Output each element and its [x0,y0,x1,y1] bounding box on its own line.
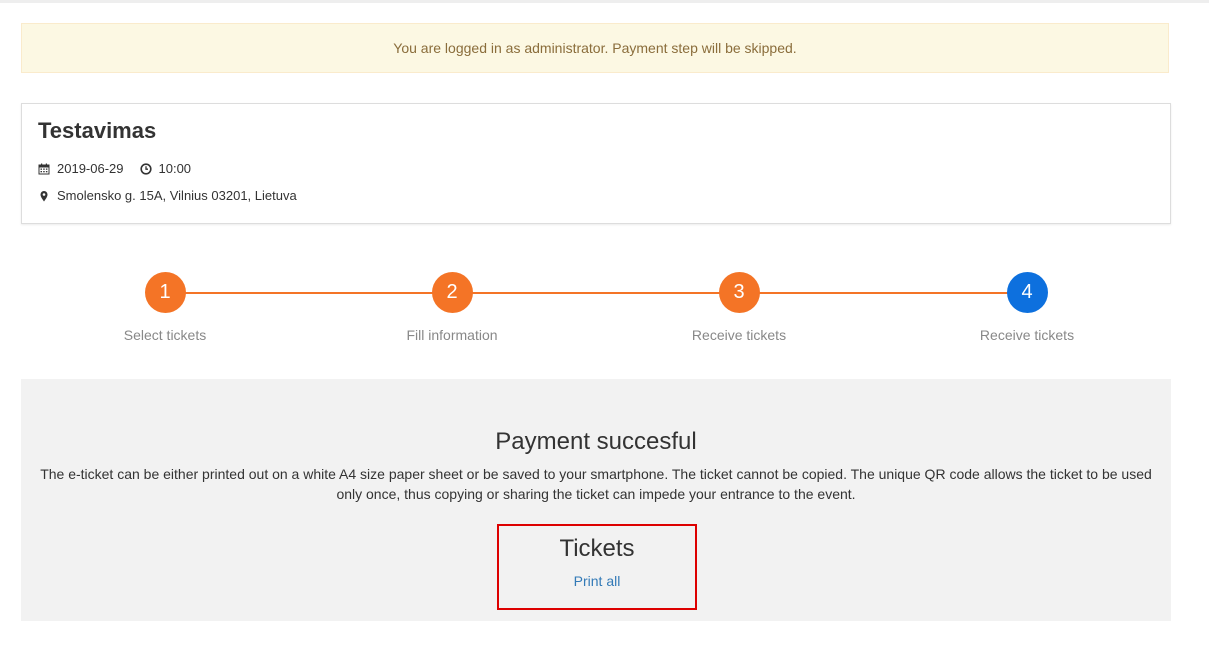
step-receive-tickets: 3 Receive tickets [659,272,819,343]
top-divider [0,0,1209,3]
clock-icon [139,162,152,175]
step-1-circle: 1 [144,272,186,313]
tickets-box: Tickets Print all [497,524,697,610]
calendar-icon [38,163,50,175]
event-card: Testavimas 2019-06-29 10:00 Smolensko g.… [21,103,1171,224]
event-date: 2019-06-29 [57,161,124,176]
event-datetime-row: 2019-06-29 10:00 [38,161,191,176]
step-4-label: Receive tickets [979,327,1075,343]
stepper-progress-line [165,292,1027,294]
step-3-circle: 3 [718,272,760,313]
event-location-row: Smolensko g. 15A, Vilnius 03201, Lietuva [38,188,297,203]
payment-result-panel: Payment succesful The e-ticket can be ei… [21,379,1171,621]
checkout-stepper: 1 Select tickets 2 Fill information 3 Re… [21,272,1171,343]
step-select-tickets: 1 Select tickets [85,272,245,343]
map-marker-icon [38,190,50,202]
step-1-label: Select tickets [123,327,207,343]
tickets-title: Tickets [559,535,635,562]
event-title: Testavimas [38,118,157,143]
event-address: Smolensko g. 15A, Vilnius 03201, Lietuva [57,188,297,203]
step-2-label: Fill information [406,327,498,343]
step-2-circle: 2 [431,272,473,313]
payment-result-description: The e-ticket can be either printed out o… [40,466,1152,502]
step-receive-tickets-final: 4 Receive tickets [947,272,1107,343]
step-3-label: Receive tickets [691,327,787,343]
step-4-circle: 4 [1006,272,1048,313]
admin-alert-message: You are logged in as administrator. Paym… [393,40,797,56]
step-fill-information: 2 Fill information [372,272,532,343]
payment-result-title: Payment succesful [495,428,697,455]
event-time: 10:00 [158,161,192,176]
print-all-link[interactable]: Print all [499,573,695,589]
admin-alert: You are logged in as administrator. Paym… [21,23,1169,73]
